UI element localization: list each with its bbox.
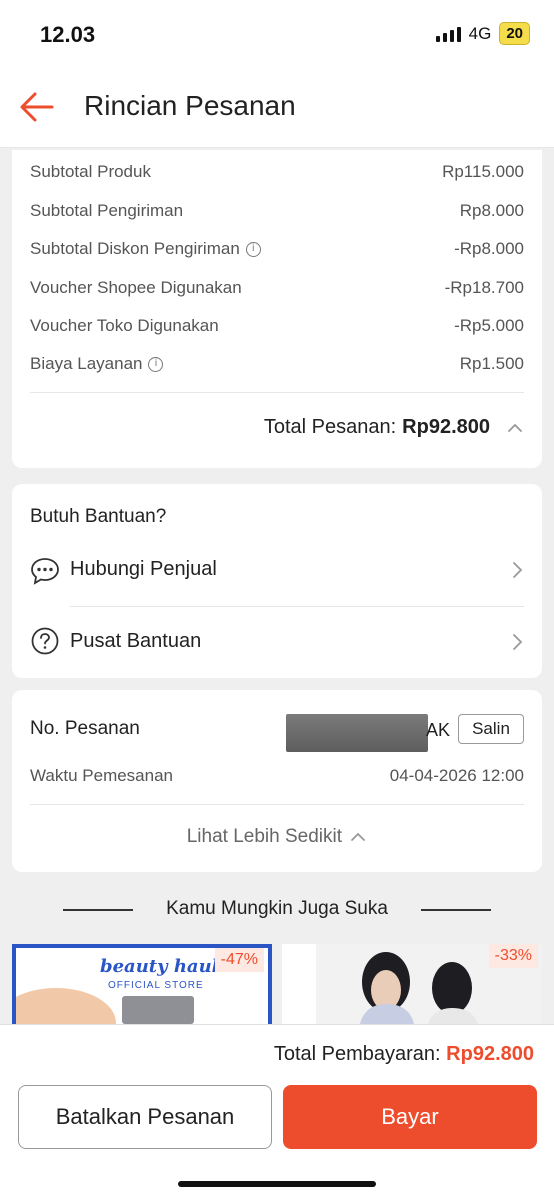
help-card: Butuh Bantuan? Hubungi Penjual Pusat Ban… [12,484,542,678]
contact-seller-item[interactable]: Hubungi Penjual [12,536,542,606]
summary-value: -Rp18.700 [444,278,524,297]
summary-label: Subtotal Produk [30,162,151,181]
product-image [16,988,116,1024]
product-card[interactable]: -33% [282,944,542,1024]
cancel-order-button[interactable]: Batalkan Pesanan [18,1085,272,1149]
question-icon [31,627,59,655]
summary-row: Subtotal Diskon Pengiriman i -Rp8.000 [30,239,524,259]
summary-value: Rp115.000 [442,162,524,181]
summary-row: Biaya Layanan i Rp1.500 [30,354,524,374]
header: Rincian Pesanan [0,68,554,148]
brand-logo: beauty haul [100,956,219,977]
summary-row: Subtotal Produk Rp115.000 [30,162,524,182]
divider [421,909,491,911]
order-total-value: Rp92.800 [402,416,490,438]
payment-total-value: Rp92.800 [446,1043,534,1065]
chevron-right-icon [513,634,523,650]
show-less-label: Lihat Lebih Sedikit [186,826,342,847]
status-indicators: 4G 20 [435,22,530,45]
summary-label-wrap: Subtotal Diskon Pengiriman i [30,239,261,259]
info-icon[interactable]: i [245,242,261,258]
home-indicator[interactable] [178,1181,376,1187]
order-summary-card: Subtotal Produk Rp115.000 Subtotal Pengi… [12,150,542,468]
order-info-card: No. Pesanan AK Salin Waktu Pemesanan 04-… [12,690,542,872]
show-less-toggle[interactable]: Lihat Lebih Sedikit [12,826,542,848]
summary-label: Voucher Toko Digunakan [30,316,219,335]
chat-icon [31,558,59,585]
chevron-up-icon [351,832,366,841]
order-total-label: Total Pesanan: [263,416,397,438]
product-package [122,996,194,1024]
summary-label-wrap: Biaya Layanan i [30,354,164,374]
divider [70,606,524,607]
order-time-label: Waktu Pemesanan [30,766,173,785]
order-number-label: No. Pesanan [30,718,140,739]
discount-badge: -47% [214,948,264,972]
info-icon[interactable]: i [148,357,164,373]
back-arrow-icon[interactable] [18,88,56,126]
payment-footer: Total Pembayaran: Rp92.800 Batalkan Pesa… [0,1024,554,1199]
discount-badge: -33% [488,944,538,968]
summary-value: -Rp5.000 [454,316,524,335]
recommendations-header: Kamu Mungkin Juga Suka [0,894,554,924]
status-bar: 12.03 4G 20 [0,0,554,68]
summary-value: Rp1.500 [459,354,524,373]
summary-row: Subtotal Pengiriman Rp8.000 [30,201,524,221]
order-time-row: Waktu Pemesanan 04-04-2026 12:00 [30,766,524,786]
product-card[interactable]: beauty haul OFFICIAL STORE -47% [12,944,272,1024]
payment-total-label: Total Pembayaran: [273,1043,441,1065]
redacted-order-number [286,714,428,752]
summary-label: Voucher Shopee Digunakan [30,278,242,297]
summary-row: Voucher Shopee Digunakan -Rp18.700 [30,278,524,298]
summary-value: Rp8.000 [459,201,524,220]
help-center-item[interactable]: Pusat Bantuan [12,608,542,678]
help-center-label: Pusat Bantuan [70,630,202,652]
summary-row: Voucher Toko Digunakan -Rp5.000 [30,316,524,336]
summary-label: Subtotal Diskon Pengiriman [30,239,240,258]
order-number-suffix: AK [426,720,451,740]
page-title: Rincian Pesanan [84,90,296,121]
network-label: 4G [468,23,492,43]
battery-icon: 20 [499,22,530,45]
summary-value: -Rp8.000 [454,239,524,258]
pay-button[interactable]: Bayar [283,1085,537,1149]
contact-seller-label: Hubungi Penjual [70,558,217,580]
signal-icon [435,26,461,42]
payment-total: Total Pembayaran: Rp92.800 [274,1043,534,1066]
status-time: 12.03 [40,22,96,47]
chevron-right-icon [513,562,523,578]
order-total[interactable]: Total Pesanan: Rp92.800 [264,416,524,439]
help-title: Butuh Bantuan? [30,506,167,527]
copy-button[interactable]: Salin [458,714,524,744]
summary-label: Subtotal Pengiriman [30,201,184,220]
divider [30,804,524,805]
summary-label: Biaya Layanan [30,354,143,373]
brand-subtitle: OFFICIAL STORE [108,980,204,991]
chevron-up-icon[interactable] [506,419,524,437]
order-time-value: 04-04-2026 12:00 [389,766,524,785]
divider [30,392,524,393]
